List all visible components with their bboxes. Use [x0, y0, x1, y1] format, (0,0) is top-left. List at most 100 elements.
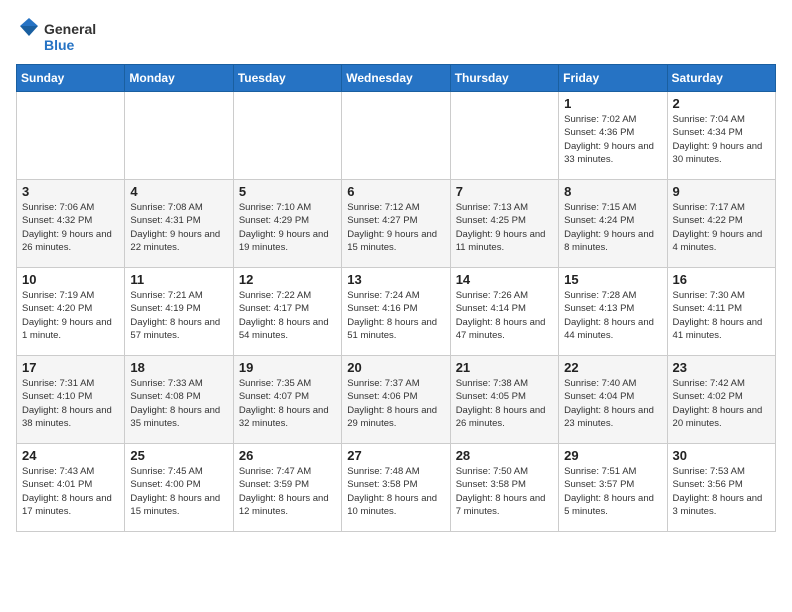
day-info: Sunrise: 7:15 AM Sunset: 4:24 PM Dayligh…: [564, 201, 661, 254]
calendar-week-0: 1 Sunrise: 7:02 AM Sunset: 4:36 PM Daylig…: [17, 92, 776, 180]
day-info: Sunrise: 7:10 AM Sunset: 4:29 PM Dayligh…: [239, 201, 336, 254]
day-info: Sunrise: 7:35 AM Sunset: 4:07 PM Dayligh…: [239, 377, 336, 430]
calendar-cell: 30 Sunrise: 7:53 AM Sunset: 3:56 PM Dayli…: [667, 444, 775, 532]
day-number: 24: [22, 448, 119, 463]
day-number: 13: [347, 272, 444, 287]
calendar-cell: 6 Sunrise: 7:12 AM Sunset: 4:27 PM Daylig…: [342, 180, 450, 268]
calendar-cell: 2 Sunrise: 7:04 AM Sunset: 4:34 PM Daylig…: [667, 92, 775, 180]
day-info: Sunrise: 7:50 AM Sunset: 3:58 PM Dayligh…: [456, 465, 553, 518]
day-info: Sunrise: 7:04 AM Sunset: 4:34 PM Dayligh…: [673, 113, 770, 166]
calendar-cell: 20Sunrise: 7:37 AM Sunset: 4:06 PM Dayli…: [342, 356, 450, 444]
day-info: Sunrise: 7:17 AM Sunset: 4:22 PM Dayligh…: [673, 201, 770, 254]
calendar-cell: 17 Sunrise: 7:31 AM Sunset: 4:10 PM Dayli…: [17, 356, 125, 444]
day-info: Sunrise: 7:47 AM Sunset: 3:59 PM Dayligh…: [239, 465, 336, 518]
day-info: Sunrise: 7:06 AM Sunset: 4:32 PM Dayligh…: [22, 201, 119, 254]
day-info: Sunrise: 7:42 AM Sunset: 4:02 PM Dayligh…: [673, 377, 770, 430]
calendar-cell: 12 Sunrise: 7:22 AM Sunset: 4:17 PM Dayli…: [233, 268, 341, 356]
day-number: 21: [456, 360, 553, 375]
day-info: Sunrise: 7:19 AM Sunset: 4:20 PM Dayligh…: [22, 289, 119, 342]
day-number: 1: [564, 96, 661, 111]
day-info: Sunrise: 7:53 AM Sunset: 3:56 PM Dayligh…: [673, 465, 770, 518]
calendar-cell: 1 Sunrise: 7:02 AM Sunset: 4:36 PM Daylig…: [559, 92, 667, 180]
calendar-cell: 5Sunrise: 7:10 AM Sunset: 4:29 PM Daylig…: [233, 180, 341, 268]
day-info: Sunrise: 7:30 AM Sunset: 4:11 PM Dayligh…: [673, 289, 770, 342]
calendar-cell: 10 Sunrise: 7:19 AM Sunset: 4:20 PM Dayli…: [17, 268, 125, 356]
calendar-cell: 23 Sunrise: 7:42 AM Sunset: 4:02 PM Dayli…: [667, 356, 775, 444]
day-info: Sunrise: 7:31 AM Sunset: 4:10 PM Dayligh…: [22, 377, 119, 430]
day-number: 25: [130, 448, 227, 463]
day-number: 11: [130, 272, 227, 287]
calendar-cell: 24 Sunrise: 7:43 AM Sunset: 4:01 PM Dayli…: [17, 444, 125, 532]
day-number: 3: [22, 184, 119, 199]
calendar-cell: [342, 92, 450, 180]
calendar-cell: 8Sunrise: 7:15 AM Sunset: 4:24 PM Daylig…: [559, 180, 667, 268]
calendar-table: SundayMondayTuesdayWednesdayThursdayFrid…: [16, 64, 776, 532]
day-number: 18: [130, 360, 227, 375]
calendar-week-2: 10 Sunrise: 7:19 AM Sunset: 4:20 PM Dayli…: [17, 268, 776, 356]
calendar-cell: 4 Sunrise: 7:08 AM Sunset: 4:31 PM Daylig…: [125, 180, 233, 268]
calendar-cell: 13Sunrise: 7:24 AM Sunset: 4:16 PM Dayli…: [342, 268, 450, 356]
header-monday: Monday: [125, 65, 233, 92]
calendar-cell: 3 Sunrise: 7:06 AM Sunset: 4:32 PM Daylig…: [17, 180, 125, 268]
day-number: 16: [673, 272, 770, 287]
day-info: Sunrise: 7:38 AM Sunset: 4:05 PM Dayligh…: [456, 377, 553, 430]
day-number: 28: [456, 448, 553, 463]
day-info: Sunrise: 7:51 AM Sunset: 3:57 PM Dayligh…: [564, 465, 661, 518]
calendar-cell: 29 Sunrise: 7:51 AM Sunset: 3:57 PM Dayli…: [559, 444, 667, 532]
day-info: Sunrise: 7:21 AM Sunset: 4:19 PM Dayligh…: [130, 289, 227, 342]
day-number: 7: [456, 184, 553, 199]
day-number: 29: [564, 448, 661, 463]
calendar-cell: [233, 92, 341, 180]
calendar-cell: 27 Sunrise: 7:48 AM Sunset: 3:58 PM Dayli…: [342, 444, 450, 532]
calendar-cell: 7 Sunrise: 7:13 AM Sunset: 4:25 PM Daylig…: [450, 180, 558, 268]
day-info: Sunrise: 7:45 AM Sunset: 4:00 PM Dayligh…: [130, 465, 227, 518]
day-info: Sunrise: 7:08 AM Sunset: 4:31 PM Dayligh…: [130, 201, 227, 254]
svg-text:General: General: [44, 21, 96, 37]
day-number: 12: [239, 272, 336, 287]
day-number: 15: [564, 272, 661, 287]
calendar-cell: 11 Sunrise: 7:21 AM Sunset: 4:19 PM Dayli…: [125, 268, 233, 356]
calendar-cell: 25 Sunrise: 7:45 AM Sunset: 4:00 PM Dayli…: [125, 444, 233, 532]
calendar-cell: 26Sunrise: 7:47 AM Sunset: 3:59 PM Dayli…: [233, 444, 341, 532]
day-number: 30: [673, 448, 770, 463]
day-number: 2: [673, 96, 770, 111]
calendar-cell: 16 Sunrise: 7:30 AM Sunset: 4:11 PM Dayli…: [667, 268, 775, 356]
header-tuesday: Tuesday: [233, 65, 341, 92]
day-number: 4: [130, 184, 227, 199]
calendar-week-1: 3 Sunrise: 7:06 AM Sunset: 4:32 PM Daylig…: [17, 180, 776, 268]
page-header: GeneralBlue: [16, 16, 776, 56]
calendar-cell: 9Sunrise: 7:17 AM Sunset: 4:22 PM Daylig…: [667, 180, 775, 268]
calendar-cell: 22 Sunrise: 7:40 AM Sunset: 4:04 PM Dayli…: [559, 356, 667, 444]
day-number: 22: [564, 360, 661, 375]
day-info: Sunrise: 7:22 AM Sunset: 4:17 PM Dayligh…: [239, 289, 336, 342]
svg-text:Blue: Blue: [44, 37, 75, 53]
day-info: Sunrise: 7:40 AM Sunset: 4:04 PM Dayligh…: [564, 377, 661, 430]
calendar-cell: 18 Sunrise: 7:33 AM Sunset: 4:08 PM Dayli…: [125, 356, 233, 444]
calendar-cell: [125, 92, 233, 180]
calendar-cell: 14 Sunrise: 7:26 AM Sunset: 4:14 PM Dayli…: [450, 268, 558, 356]
day-number: 20: [347, 360, 444, 375]
day-number: 19: [239, 360, 336, 375]
day-info: Sunrise: 7:12 AM Sunset: 4:27 PM Dayligh…: [347, 201, 444, 254]
calendar-cell: [17, 92, 125, 180]
header-thursday: Thursday: [450, 65, 558, 92]
day-info: Sunrise: 7:26 AM Sunset: 4:14 PM Dayligh…: [456, 289, 553, 342]
day-info: Sunrise: 7:48 AM Sunset: 3:58 PM Dayligh…: [347, 465, 444, 518]
day-info: Sunrise: 7:13 AM Sunset: 4:25 PM Dayligh…: [456, 201, 553, 254]
day-info: Sunrise: 7:02 AM Sunset: 4:36 PM Dayligh…: [564, 113, 661, 166]
day-info: Sunrise: 7:43 AM Sunset: 4:01 PM Dayligh…: [22, 465, 119, 518]
day-number: 6: [347, 184, 444, 199]
logo-svg: GeneralBlue: [16, 16, 106, 56]
calendar-cell: 28 Sunrise: 7:50 AM Sunset: 3:58 PM Dayli…: [450, 444, 558, 532]
day-number: 10: [22, 272, 119, 287]
header-wednesday: Wednesday: [342, 65, 450, 92]
day-info: Sunrise: 7:33 AM Sunset: 4:08 PM Dayligh…: [130, 377, 227, 430]
day-number: 14: [456, 272, 553, 287]
logo: GeneralBlue: [16, 16, 106, 56]
calendar-cell: 15Sunrise: 7:28 AM Sunset: 4:13 PM Dayli…: [559, 268, 667, 356]
calendar-header-row: SundayMondayTuesdayWednesdayThursdayFrid…: [17, 65, 776, 92]
day-number: 23: [673, 360, 770, 375]
header-saturday: Saturday: [667, 65, 775, 92]
day-number: 27: [347, 448, 444, 463]
day-number: 17: [22, 360, 119, 375]
